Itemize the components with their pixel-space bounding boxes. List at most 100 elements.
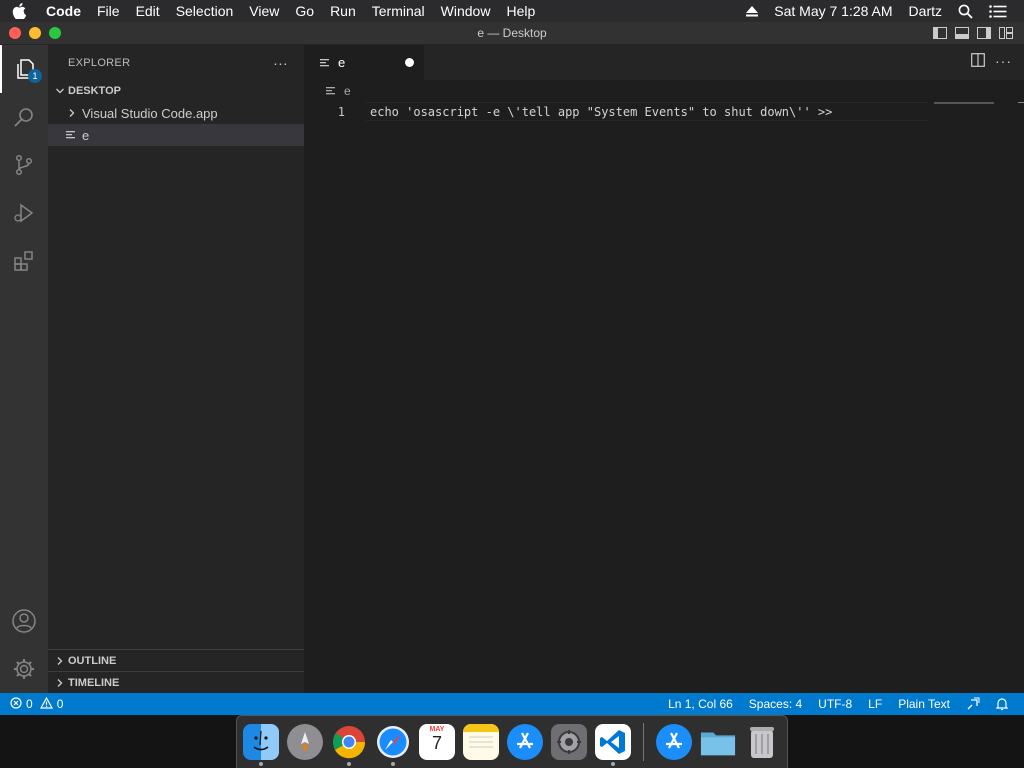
feedback-icon[interactable] <box>958 697 988 711</box>
account-icon[interactable] <box>0 597 48 645</box>
app-store-icon[interactable] <box>507 724 543 760</box>
scrollbar-indicator[interactable] <box>1018 102 1024 103</box>
dock: MAY 7 <box>236 715 788 768</box>
menu-go[interactable]: Go <box>287 0 322 22</box>
spotlight-search-icon[interactable] <box>951 4 980 19</box>
status-bar: 0 0 Ln 1, Col 66 Spaces: 4 UTF-8 LF Plai… <box>0 693 1024 715</box>
running-indicator <box>347 762 351 766</box>
end-of-line[interactable]: LF <box>860 697 890 711</box>
window-title: e — Desktop <box>477 26 547 40</box>
finder-icon[interactable] <box>243 724 279 766</box>
tree-item-label: e <box>82 127 90 143</box>
running-indicator <box>259 762 263 766</box>
safari-icon[interactable] <box>375 724 411 766</box>
indentation[interactable]: Spaces: 4 <box>741 697 810 711</box>
menu-file[interactable]: File <box>89 0 128 22</box>
run-debug-icon[interactable] <box>0 189 48 237</box>
breadcrumb-file[interactable]: e <box>344 84 351 98</box>
section-desktop[interactable]: DESKTOP <box>48 80 304 102</box>
activity-bar: 1 <box>0 45 48 693</box>
code-line[interactable]: 1 echo 'osascript -e \'tell app "System … <box>304 102 1024 121</box>
system-preferences-icon[interactable] <box>551 724 587 760</box>
calendar-month: MAY <box>429 726 445 733</box>
source-control-icon[interactable] <box>0 141 48 189</box>
tree-item-folder[interactable]: Visual Studio Code.app <box>48 102 304 124</box>
explorer-sidebar: EXPLORER ··· DESKTOP Visual Studio Code.… <box>48 45 304 693</box>
explorer-badge: 1 <box>28 69 42 83</box>
menu-terminal[interactable]: Terminal <box>364 0 433 22</box>
menu-app-name[interactable]: Code <box>38 0 89 22</box>
section-timeline[interactable]: TIMELINE <box>48 671 304 693</box>
customize-layout-icon[interactable] <box>998 25 1014 41</box>
app-store-downloads-icon[interactable] <box>656 724 692 760</box>
settings-gear-icon[interactable] <box>0 645 48 693</box>
menu-help[interactable]: Help <box>498 0 543 22</box>
menu-run[interactable]: Run <box>322 0 364 22</box>
chevron-down-icon <box>52 86 68 96</box>
menu-window[interactable]: Window <box>433 0 499 22</box>
editor-area: e ··· e 1 echo 'osascript -e \'tell app … <box>304 45 1024 693</box>
more-actions-icon[interactable]: ··· <box>995 53 1012 72</box>
error-icon <box>10 696 22 712</box>
launchpad-icon[interactable] <box>287 724 323 760</box>
section-timeline-label: TIMELINE <box>68 676 120 689</box>
section-outline[interactable]: OUTLINE <box>48 649 304 671</box>
running-indicator <box>611 762 615 766</box>
folder-icon[interactable] <box>700 724 736 760</box>
plain-text-file-icon <box>326 86 338 96</box>
line-number: 1 <box>337 104 345 119</box>
chevron-right-icon <box>52 656 68 666</box>
menubar-user[interactable]: Dartz <box>902 3 949 19</box>
extensions-icon[interactable] <box>0 237 48 285</box>
tab-label: e <box>338 55 346 70</box>
breadcrumb[interactable]: e <box>304 80 1024 102</box>
menu-view[interactable]: View <box>241 0 287 22</box>
toggle-secondary-sidebar-icon[interactable] <box>976 25 992 41</box>
dock-separator <box>643 723 644 761</box>
notes-icon[interactable] <box>463 724 499 760</box>
explorer-icon[interactable]: 1 <box>0 45 48 93</box>
vscode-icon[interactable] <box>595 724 631 766</box>
toggle-panel-icon[interactable] <box>954 25 970 41</box>
chrome-icon[interactable] <box>331 724 367 766</box>
trash-icon[interactable] <box>744 724 780 760</box>
editor-tab-e[interactable]: e <box>304 45 424 80</box>
menu-selection[interactable]: Selection <box>168 0 242 22</box>
menubar-clock[interactable]: Sat May 7 1:28 AM <box>767 3 899 19</box>
calendar-icon[interactable]: MAY 7 <box>419 724 455 760</box>
chevron-right-icon <box>52 678 68 688</box>
current-line-highlight <box>366 102 928 121</box>
split-editor-icon[interactable] <box>971 53 985 72</box>
window-zoom-button[interactable] <box>49 27 61 39</box>
sidebar-title: EXPLORER <box>68 56 131 69</box>
warning-icon <box>39 696 53 712</box>
window-close-button[interactable] <box>9 27 21 39</box>
section-outline-label: OUTLINE <box>68 654 117 667</box>
control-center-list-icon[interactable] <box>982 4 1014 18</box>
eject-icon[interactable] <box>739 5 765 17</box>
explorer-more-actions-icon[interactable]: ··· <box>273 55 288 71</box>
encoding[interactable]: UTF-8 <box>810 697 860 711</box>
problems-indicator[interactable]: 0 0 <box>0 696 64 712</box>
window-minimize-button[interactable] <box>29 27 41 39</box>
unsaved-dot-icon[interactable] <box>405 58 414 67</box>
running-indicator <box>391 762 395 766</box>
language-mode[interactable]: Plain Text <box>890 697 958 711</box>
plain-text-file-icon <box>64 130 80 140</box>
warning-count: 0 <box>56 697 64 711</box>
section-desktop-label: DESKTOP <box>68 85 121 97</box>
cursor-position[interactable]: Ln 1, Col 66 <box>660 697 741 711</box>
editor-tab-bar: e ··· <box>304 45 1024 80</box>
menu-bar: Code File Edit Selection View Go Run Ter… <box>0 0 1024 22</box>
search-icon[interactable] <box>0 93 48 141</box>
toggle-primary-sidebar-icon[interactable] <box>932 25 948 41</box>
error-count: 0 <box>26 697 33 711</box>
calendar-day: 7 <box>431 733 442 753</box>
apple-icon[interactable] <box>0 3 38 19</box>
tree-item-file[interactable]: e <box>48 124 304 146</box>
minimap[interactable] <box>934 102 994 104</box>
notifications-bell-icon[interactable] <box>988 697 1016 711</box>
tree-item-label: Visual Studio Code.app <box>82 105 218 121</box>
window-titlebar: e — Desktop <box>0 22 1024 45</box>
menu-edit[interactable]: Edit <box>128 0 168 22</box>
